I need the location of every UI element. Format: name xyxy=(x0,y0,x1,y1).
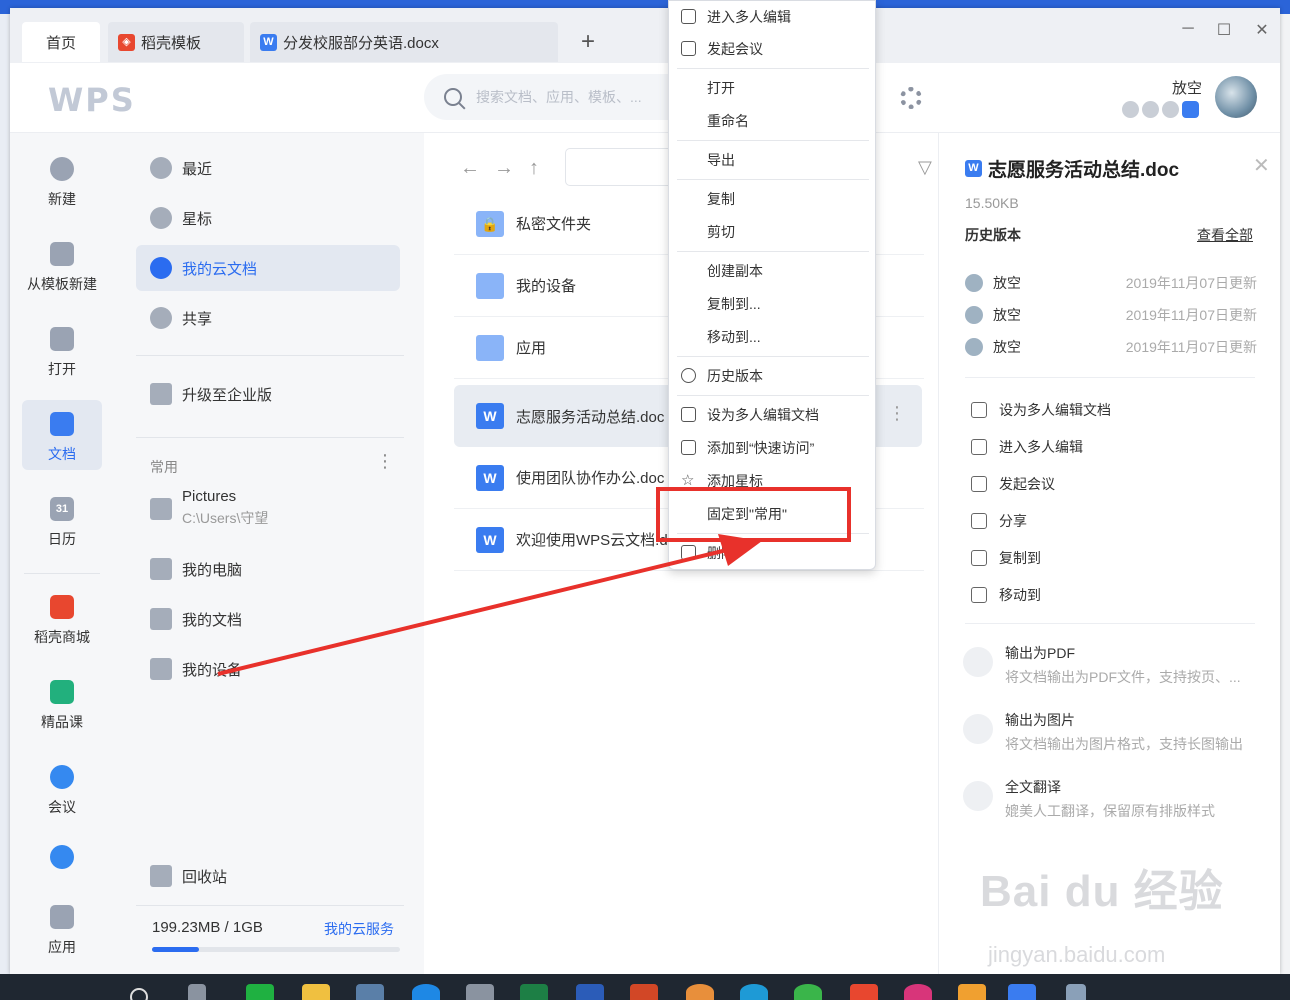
app-icon[interactable] xyxy=(740,984,768,1000)
screen: 首页 ◈ 稻壳模板 W 分发校服部分英语.docx + ─ ☐ ✕ WPS 搜索… xyxy=(0,0,1290,1000)
app-icon[interactable] xyxy=(958,984,986,1000)
wechat-icon[interactable] xyxy=(246,984,274,1000)
app-icon[interactable] xyxy=(1066,984,1086,1000)
arrow-head xyxy=(718,534,762,566)
word-icon[interactable] xyxy=(576,984,604,1000)
excel-icon[interactable] xyxy=(520,984,548,1000)
taskbar xyxy=(0,974,1290,1000)
annotation-arrow xyxy=(217,534,762,676)
app-icon[interactable] xyxy=(850,984,878,1000)
arrow-line xyxy=(217,546,736,676)
browser-icon[interactable] xyxy=(412,984,440,1000)
mail-icon[interactable] xyxy=(356,984,384,1000)
app-icon[interactable] xyxy=(686,984,714,1000)
app-icon[interactable] xyxy=(794,984,822,1000)
search-icon[interactable] xyxy=(130,988,148,1000)
wps-taskbar-icon[interactable] xyxy=(1008,984,1036,1000)
store-icon[interactable] xyxy=(466,984,494,1000)
task-view-icon[interactable] xyxy=(188,984,206,1000)
app-icon[interactable] xyxy=(904,984,932,1000)
explorer-icon[interactable] xyxy=(302,984,330,1000)
powerpoint-icon[interactable] xyxy=(630,984,658,1000)
